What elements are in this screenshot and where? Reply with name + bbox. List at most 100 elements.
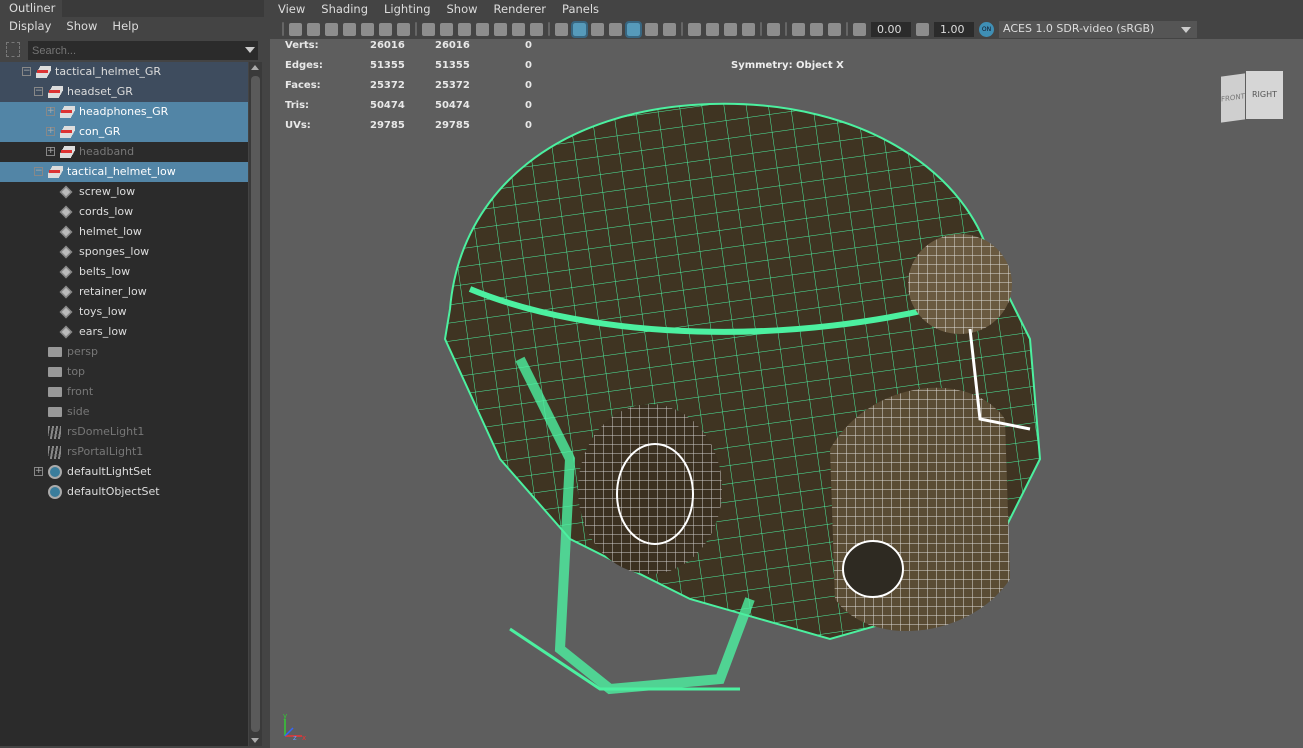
outliner-item-top[interactable]: top: [0, 362, 248, 382]
grid-icon[interactable]: [422, 22, 435, 36]
xray-joints-icon[interactable]: [828, 22, 841, 36]
outliner-item-con-gr[interactable]: + con_GR: [0, 122, 248, 142]
outliner-item-toys-low[interactable]: toys_low: [0, 302, 248, 322]
outliner-item-screw-low[interactable]: screw_low: [0, 182, 248, 202]
gamma-field[interactable]: 1.00: [934, 21, 974, 37]
menu-show[interactable]: Show: [447, 2, 478, 19]
helmet-model[interactable]: [270, 39, 1303, 748]
camera-icon[interactable]: [289, 22, 302, 36]
outliner-item-label: defaultObjectSet: [67, 485, 160, 498]
menu-help[interactable]: Help: [112, 19, 138, 37]
anti-aliasing-icon[interactable]: [724, 22, 737, 36]
outliner-scrollbar[interactable]: [249, 62, 262, 746]
menu-show[interactable]: Show: [66, 19, 97, 37]
outliner-item-headset-gr[interactable]: − headset_GR: [0, 82, 248, 102]
safe-title-icon[interactable]: [530, 22, 543, 36]
outliner-item-cords-low[interactable]: cords_low: [0, 202, 248, 222]
scroll-thumb[interactable]: [251, 76, 260, 732]
select-filter-icon[interactable]: [6, 42, 20, 57]
motion-blur-icon[interactable]: [706, 22, 719, 36]
outliner-item-label: sponges_low: [79, 245, 150, 258]
film-gate-icon[interactable]: [440, 22, 453, 36]
exposure-field[interactable]: 0.00: [871, 21, 911, 37]
smooth-shade-icon[interactable]: [571, 20, 588, 38]
grease-pencil-icon[interactable]: [397, 22, 410, 36]
2d-pan-zoom-icon[interactable]: [379, 22, 392, 36]
outliner-item-label: top: [67, 365, 86, 378]
menu-view[interactable]: View: [278, 2, 305, 19]
collapse-icon[interactable]: −: [34, 167, 43, 176]
expand-icon[interactable]: +: [46, 127, 55, 136]
image-plane-icon[interactable]: [361, 22, 374, 36]
camera-icon: [48, 407, 62, 417]
outliner-item-label: headphones_GR: [79, 105, 169, 118]
transform-icon: [36, 66, 51, 78]
outliner-item-headband[interactable]: + headband: [0, 142, 248, 162]
menu-renderer[interactable]: Renderer: [494, 2, 547, 19]
separator: [760, 22, 762, 36]
outliner-item-label: headband: [79, 145, 135, 158]
outliner-item-front[interactable]: front: [0, 382, 248, 402]
outliner-item-rsdomelight1[interactable]: rsDomeLight1: [0, 422, 248, 442]
axis-z-label: z: [293, 734, 297, 741]
default-material-icon[interactable]: [591, 22, 604, 36]
color-space-dropdown[interactable]: ACES 1.0 SDR-video (sRGB): [999, 20, 1197, 38]
expand-icon[interactable]: +: [46, 147, 55, 156]
earcup-left: [578, 404, 722, 574]
outliner-item-rsportallight1[interactable]: rsPortalLight1: [0, 442, 248, 462]
camera-attributes-icon[interactable]: [325, 22, 338, 36]
3d-viewport[interactable]: Verts: 26016 26016 0 Edges: 51355 51355 0 Faces:…: [270, 39, 1303, 748]
wireframe-icon[interactable]: [555, 22, 568, 36]
xray-icon[interactable]: [792, 22, 805, 36]
collapse-icon[interactable]: −: [34, 87, 43, 96]
outliner-item-label: toys_low: [79, 305, 127, 318]
outliner-item-headphones-gr[interactable]: + headphones_GR: [0, 102, 248, 122]
search-input[interactable]: [28, 41, 258, 60]
outliner-item-retainer-low[interactable]: retainer_low: [0, 282, 248, 302]
field-chart-icon[interactable]: [494, 22, 507, 36]
collapse-icon[interactable]: −: [22, 67, 31, 76]
menu-lighting[interactable]: Lighting: [384, 2, 430, 19]
xray-active-icon[interactable]: [810, 22, 823, 36]
gate-mask-icon[interactable]: [476, 22, 489, 36]
lock-camera-icon[interactable]: [307, 22, 320, 36]
use-all-lights-icon[interactable]: [645, 22, 658, 36]
menu-panels[interactable]: Panels: [562, 2, 599, 19]
search-dropdown-icon[interactable]: [245, 47, 255, 53]
camera-icon: [48, 387, 62, 397]
outliner-tab[interactable]: Outliner: [0, 0, 62, 17]
exposure-icon[interactable]: [853, 22, 866, 36]
separator: [846, 22, 848, 36]
outliner-item-defaultlightset[interactable]: + defaultLightSet: [0, 462, 248, 482]
depth-of-field-icon[interactable]: [742, 22, 755, 36]
menu-shading[interactable]: Shading: [321, 2, 368, 19]
outliner-item-defaultobjectset[interactable]: defaultObjectSet: [0, 482, 248, 502]
color-space-value: ACES 1.0 SDR-video (sRGB): [1003, 21, 1155, 35]
outliner-item-tactical-helmet-low[interactable]: − tactical_helmet_low: [0, 162, 248, 182]
outliner-item-belts-low[interactable]: belts_low: [0, 262, 248, 282]
bookmark-icon[interactable]: [343, 22, 356, 36]
mesh-icon: [59, 185, 73, 199]
isolate-select-icon[interactable]: [767, 22, 780, 36]
expand-icon[interactable]: +: [34, 467, 43, 476]
resolution-gate-icon[interactable]: [458, 22, 471, 36]
scroll-down-icon[interactable]: [251, 738, 259, 743]
shadows-icon[interactable]: [663, 22, 676, 36]
outliner-panel: Outliner Display Show Help − tactical_hel…: [0, 0, 264, 748]
gamma-icon[interactable]: [916, 22, 929, 36]
screen-space-ao-icon[interactable]: [688, 22, 701, 36]
outliner-item-tactical-helmet-gr[interactable]: − tactical_helmet_GR: [0, 62, 248, 82]
outliner-item-side[interactable]: side: [0, 402, 248, 422]
outliner-item-sponges-low[interactable]: sponges_low: [0, 242, 248, 262]
wireframe-on-shaded-icon[interactable]: [609, 22, 622, 36]
color-management-toggle[interactable]: ON: [979, 21, 994, 37]
safe-action-icon[interactable]: [512, 22, 525, 36]
outliner-item-persp[interactable]: persp: [0, 342, 248, 362]
outliner-item-helmet-low[interactable]: helmet_low: [0, 222, 248, 242]
outliner-item-ears-low[interactable]: ears_low: [0, 322, 248, 342]
menu-display[interactable]: Display: [9, 19, 51, 37]
outliner-item-label: con_GR: [79, 125, 121, 138]
expand-icon[interactable]: +: [46, 107, 55, 116]
textured-icon[interactable]: [625, 20, 642, 38]
scroll-up-icon[interactable]: [251, 65, 259, 70]
